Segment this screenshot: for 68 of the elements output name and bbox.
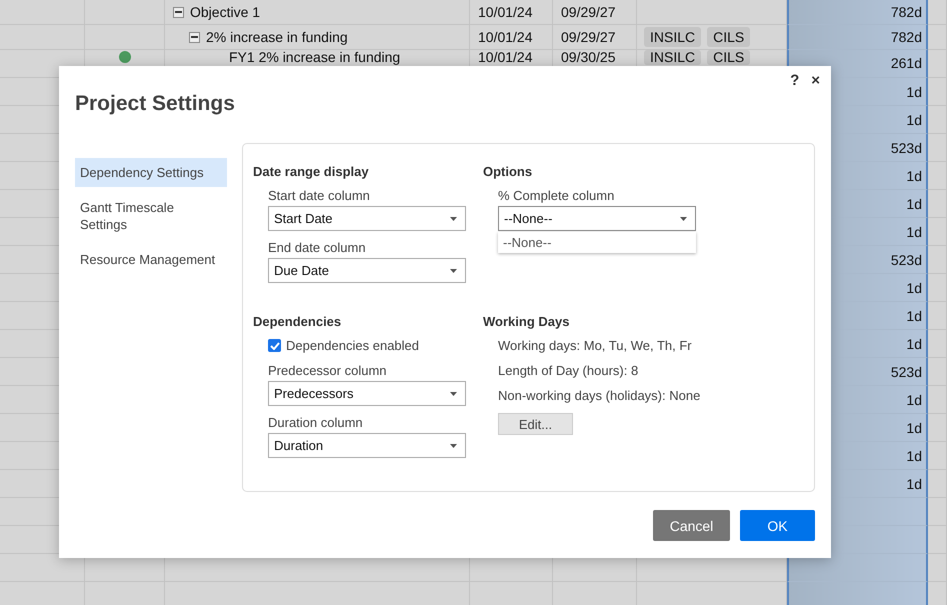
table-cell: 09/29/27: [553, 25, 637, 50]
grid-cell: [928, 386, 947, 414]
cancel-button[interactable]: Cancel: [653, 510, 730, 541]
table-cell: 782d: [787, 25, 928, 50]
grid-cell: [928, 106, 947, 134]
grid-cell: [928, 414, 947, 442]
grid-cell: [928, 218, 947, 246]
task-name: FY1 2% increase in funding: [229, 50, 400, 65]
grid-cell: [928, 358, 947, 386]
collapse-toggle[interactable]: [189, 32, 200, 42]
select-field[interactable]: Predecessors: [268, 381, 466, 406]
section-heading: Working Days: [483, 314, 570, 329]
caret-icon: [450, 392, 457, 396]
nav-item[interactable]: Dependency Settings: [75, 158, 227, 187]
grid-cell: [928, 442, 947, 470]
field-label: Start date column: [268, 188, 371, 203]
grid-cell: [928, 162, 947, 190]
collapse-toggle[interactable]: [173, 6, 184, 18]
table-cell: 09/29/27: [553, 0, 637, 25]
grid-cell: [928, 246, 947, 274]
info-text: Length of Day (hours): 8: [498, 363, 640, 378]
field-label: Predecessor column: [268, 363, 388, 378]
grid-cell: [928, 554, 947, 582]
task-name: Objective 1: [190, 4, 260, 20]
grid-cell: [928, 470, 947, 498]
section-heading: Options: [483, 164, 534, 179]
grid-cell: [928, 0, 947, 25]
table-cell: 10/01/24: [470, 0, 553, 25]
grid-cell: [928, 190, 947, 218]
select-field[interactable]: --None--: [498, 206, 696, 231]
edit-button[interactable]: Edit...: [498, 413, 573, 435]
grid-cell: [928, 78, 947, 106]
caret-icon: [680, 216, 687, 220]
grid-cell: [928, 50, 947, 78]
grid-cell: [928, 274, 947, 302]
caret-icon: [450, 216, 457, 220]
dropdown-option[interactable]: --None--: [498, 232, 696, 253]
tag: INSILC: [644, 27, 702, 47]
ok-button[interactable]: OK: [740, 510, 815, 541]
caret-icon: [450, 444, 457, 448]
tag: CILS: [707, 50, 750, 65]
dialog-title: Project Settings: [75, 92, 236, 116]
select-field[interactable]: Start Date: [268, 206, 466, 231]
grid-cell: [928, 526, 947, 554]
field-label: End date column: [268, 240, 367, 255]
checkbox-label: Dependencies enabled: [286, 338, 419, 353]
grid-cell: [928, 25, 947, 50]
grid-cell: [928, 302, 947, 330]
table-cell: 782d: [787, 0, 928, 25]
field-label: % Complete column: [498, 188, 616, 203]
grid-cell: [928, 134, 947, 162]
nav-item[interactable]: Resource Management: [75, 245, 227, 274]
tag: INSILC: [644, 50, 702, 65]
select-field[interactable]: Duration: [268, 433, 466, 458]
table-cell: 10/01/24: [470, 25, 553, 50]
task-name: 2% increase in funding: [206, 29, 348, 45]
field-label: Duration column: [268, 415, 364, 430]
grid-cell: [928, 330, 947, 358]
grid-cell: [928, 498, 947, 526]
nav-item[interactable]: Gantt Timescale Settings: [75, 193, 227, 239]
caret-icon: [450, 268, 457, 272]
info-text: Working days: Mo, Tu, We, Th, Fr: [498, 338, 693, 353]
section-heading: Dependencies: [253, 314, 342, 329]
select-field[interactable]: Due Date: [268, 258, 466, 283]
section-heading: Date range display: [253, 164, 370, 179]
checkbox[interactable]: [268, 339, 281, 352]
info-text: Non-working days (holidays): None: [498, 388, 702, 403]
tag: CILS: [707, 27, 750, 47]
